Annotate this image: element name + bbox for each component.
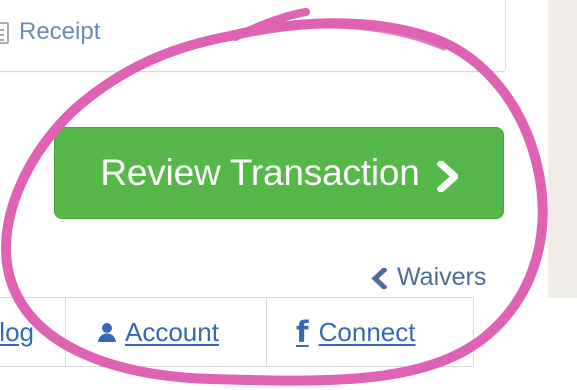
chevron-left-icon (371, 266, 388, 291)
bottom-navigation-tabs: log Account f Connect (0, 297, 474, 367)
tab-connect-label: Connect (318, 316, 416, 347)
review-transaction-button[interactable]: Review Transaction (54, 127, 504, 219)
waivers-label: Waivers (397, 263, 487, 291)
chevron-right-icon (435, 158, 460, 194)
receipt-link[interactable]: Receipt (0, 16, 100, 48)
tab-log-label: log (0, 316, 34, 347)
receipt-label: Receipt (19, 18, 101, 45)
person-icon (96, 321, 118, 344)
tab-log[interactable]: log (0, 298, 66, 366)
screen-fragment: Receipt Review Transaction Waivers log A… (0, 0, 577, 390)
receipt-icon (0, 22, 9, 44)
tab-account[interactable]: Account (66, 298, 267, 366)
review-transaction-label: Review Transaction (100, 152, 420, 193)
waivers-link[interactable]: Waivers (371, 263, 486, 292)
tab-connect[interactable]: f Connect (267, 298, 473, 366)
facebook-icon: f (296, 314, 309, 349)
right-side-gray-panel (548, 0, 577, 298)
tab-account-label: Account (125, 316, 219, 347)
